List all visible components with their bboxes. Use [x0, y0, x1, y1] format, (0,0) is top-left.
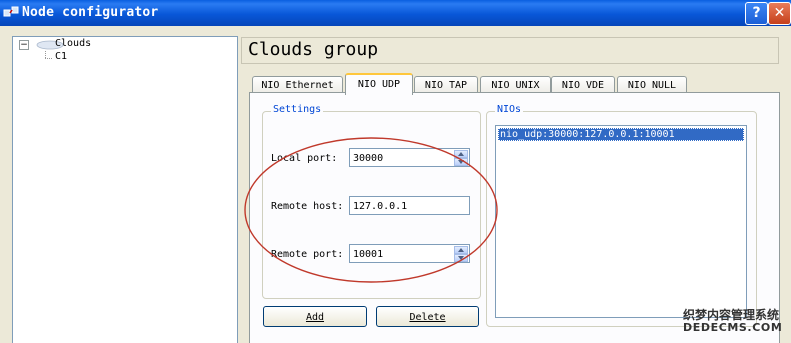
remote-port-increment[interactable]: [454, 246, 468, 254]
tab-nio-udp[interactable]: NIO UDP: [345, 73, 413, 95]
delete-button[interactable]: Delete: [376, 306, 479, 327]
tree-connector: [45, 58, 52, 59]
page-title: Clouds group: [248, 39, 379, 60]
nios-legend: NIOs: [495, 104, 524, 115]
add-button[interactable]: Add: [263, 306, 367, 327]
tree-item-c1[interactable]: C1: [55, 51, 67, 62]
local-port-label: Local port:: [271, 153, 338, 164]
remote-port-spinbox[interactable]: 10001: [349, 244, 470, 263]
list-item[interactable]: nio_udp:30000:127.0.0.1:10001: [498, 128, 744, 141]
collapse-icon[interactable]: −: [19, 40, 29, 50]
local-port-increment[interactable]: [454, 150, 468, 158]
add-button-label: Add: [305, 312, 325, 323]
help-button[interactable]: ?: [745, 2, 768, 25]
title-bar[interactable]: Node configurator ? ✕: [0, 0, 791, 26]
remote-port-label: Remote port:: [271, 249, 344, 260]
remote-host-field[interactable]: 127.0.0.1: [349, 196, 470, 215]
local-port-decrement[interactable]: [454, 158, 468, 166]
nios-list[interactable]: nio_udp:30000:127.0.0.1:10001: [495, 125, 747, 318]
remote-port-value: 10001: [353, 249, 384, 260]
help-icon: ?: [752, 5, 761, 21]
watermark-text: DEDECMS.COM: [683, 321, 783, 334]
local-port-spinbox[interactable]: 30000: [349, 148, 470, 167]
window-title: Node configurator: [22, 5, 159, 20]
local-port-value: 30000: [353, 153, 384, 164]
remote-port-decrement[interactable]: [454, 254, 468, 262]
app-icon: [3, 6, 19, 17]
node-tree[interactable]: − Clouds C1: [12, 36, 238, 343]
close-button[interactable]: ✕: [768, 2, 791, 25]
settings-legend: Settings: [271, 104, 324, 115]
delete-button-label: Delete: [409, 312, 446, 323]
tree-connector: [45, 51, 46, 58]
tree-item-clouds[interactable]: Clouds: [55, 38, 91, 49]
group-header: Clouds group: [241, 37, 779, 64]
remote-host-label: Remote host:: [271, 201, 344, 212]
close-icon: ✕: [773, 5, 786, 21]
